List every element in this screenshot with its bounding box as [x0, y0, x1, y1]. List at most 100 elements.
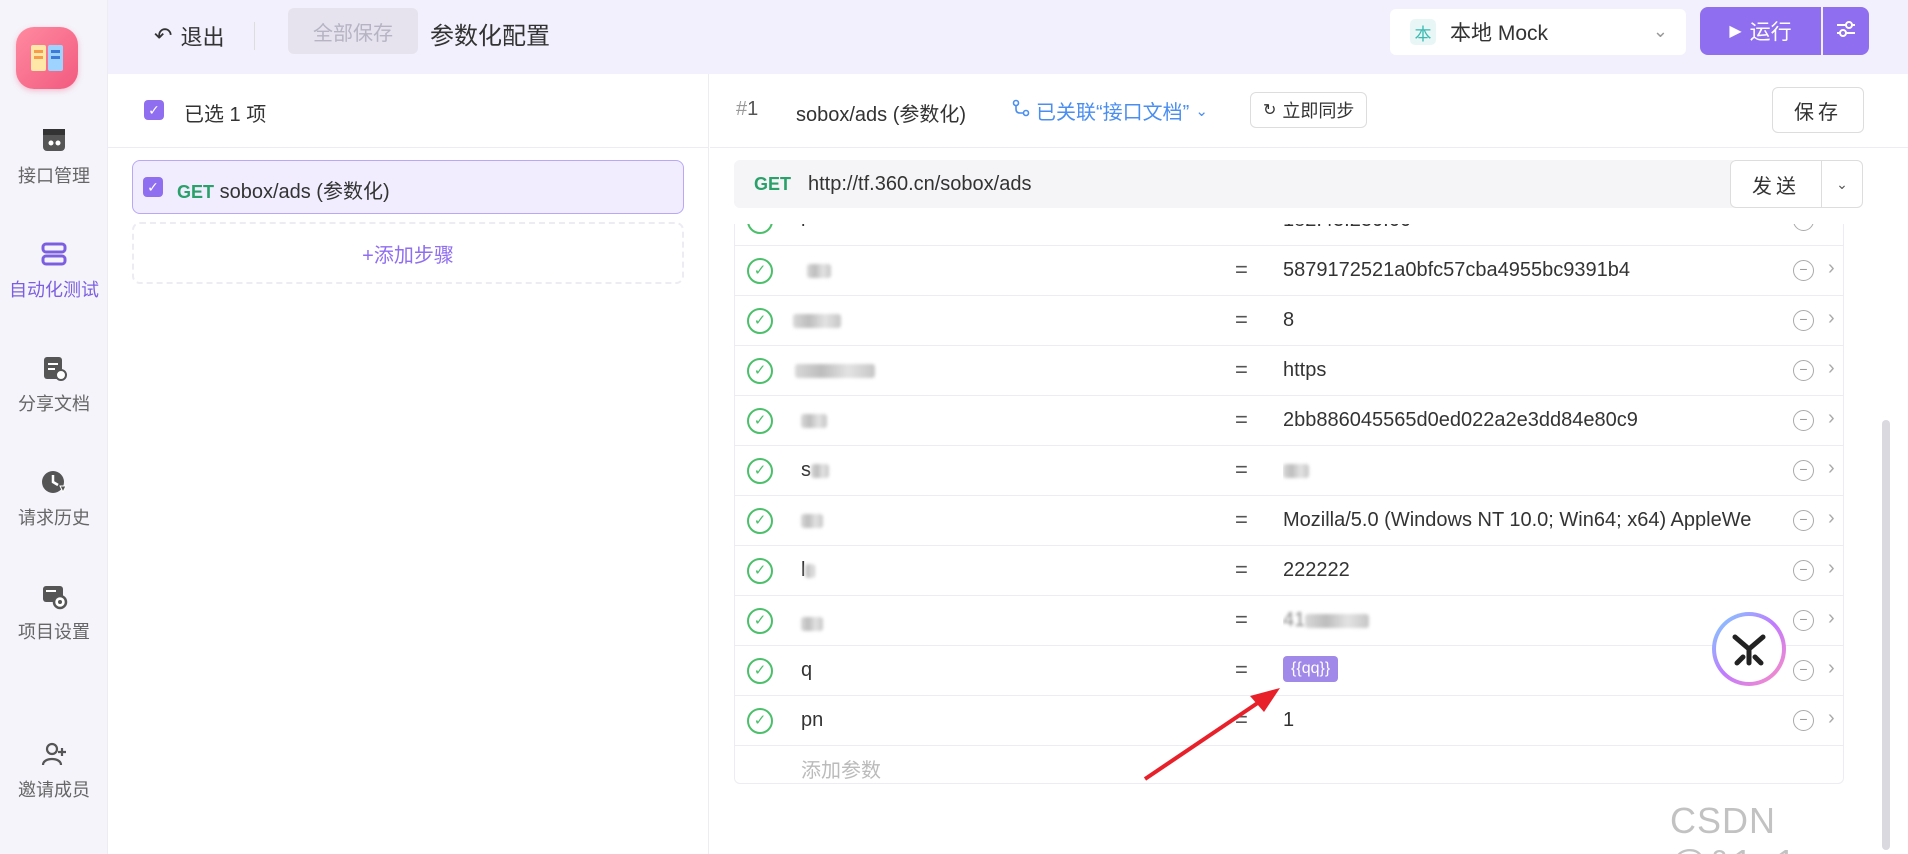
save-button[interactable]: 保存 — [1772, 87, 1864, 133]
remove-param-icon[interactable]: − — [1793, 660, 1814, 681]
table-row: ✓ i = 182.43.230.66 − › — [735, 224, 1843, 246]
chevron-right-icon[interactable]: › — [1828, 657, 1835, 680]
param-key[interactable] — [795, 359, 875, 382]
param-value[interactable]: Mozilla/5.0 (Windows NT 10.0; Win64; x64… — [1283, 509, 1763, 532]
remove-param-icon[interactable]: − — [1793, 560, 1814, 581]
hash-icon: # — [736, 98, 748, 120]
param-key[interactable]: s — [801, 459, 829, 482]
param-key[interactable] — [801, 509, 823, 532]
run-button[interactable]: ▶ 运行 — [1700, 7, 1821, 55]
remove-param-icon[interactable]: − — [1793, 710, 1814, 731]
blurred-key — [811, 463, 829, 478]
enabled-check-icon[interactable]: ✓ — [747, 258, 773, 284]
undo-arrow-icon: ↶ — [154, 23, 173, 48]
rail-item-project-settings[interactable]: 项目设置 — [0, 582, 108, 662]
step-checkbox[interactable]: ✓ — [143, 177, 163, 197]
chevron-right-icon[interactable]: › — [1828, 557, 1835, 580]
selected-count: 已选 1 项 — [184, 104, 267, 126]
url-bar[interactable]: GET http://tf.360.cn/sobox/ads — [734, 160, 1737, 208]
remove-param-icon[interactable]: − — [1793, 460, 1814, 481]
enabled-check-icon[interactable]: ✓ — [747, 508, 773, 534]
param-value[interactable] — [1283, 459, 1763, 482]
chevron-right-icon[interactable]: › — [1828, 357, 1835, 380]
table-row: ✓ = 5879172521a0bfc57cba4955bc9391b4 − › — [735, 246, 1843, 296]
step-item[interactable]: ✓ GET sobox/ads (参数化) — [132, 160, 684, 214]
param-value[interactable]: 182.43.230.66 — [1283, 224, 1763, 232]
param-key[interactable] — [793, 309, 841, 332]
scrollbar[interactable] — [1882, 420, 1890, 850]
remove-param-icon[interactable]: − — [1793, 360, 1814, 381]
chevron-right-icon[interactable]: › — [1828, 307, 1835, 330]
request-method[interactable]: GET — [754, 174, 808, 195]
send-button[interactable]: 发送 — [1730, 160, 1822, 208]
environment-select[interactable]: 本 本地 Mock ⌄ — [1390, 9, 1686, 55]
rail-item-api-manage[interactable]: 接口管理 — [0, 126, 108, 206]
param-key[interactable] — [801, 259, 831, 282]
param-key[interactable]: pn — [801, 709, 823, 732]
chevron-right-icon[interactable]: › — [1828, 257, 1835, 280]
variable-chip[interactable]: {{qq}} — [1283, 656, 1339, 682]
add-param-input[interactable]: 添加参数 — [801, 754, 881, 783]
param-value[interactable]: 1 — [1283, 709, 1763, 732]
param-value[interactable]: 222222 — [1283, 559, 1763, 582]
assistant-float-button[interactable] — [1712, 612, 1786, 686]
left-nav-rail: 接口管理 自动化测试 分享文档 请求历史 项目设置 邀请成员 — [0, 0, 108, 854]
run-settings-button[interactable] — [1823, 7, 1869, 55]
param-value[interactable]: 5879172521a0bfc57cba4955bc9391b4 — [1283, 259, 1763, 282]
chevron-right-icon[interactable]: › — [1828, 457, 1835, 480]
chevron-right-icon[interactable]: › — [1828, 607, 1835, 630]
step-index: #1 — [736, 98, 758, 121]
param-value[interactable]: 41 — [1283, 609, 1763, 632]
enabled-check-icon[interactable]: ✓ — [747, 308, 773, 334]
sliders-icon — [1835, 20, 1857, 43]
chevron-right-icon[interactable]: › — [1828, 407, 1835, 430]
enabled-check-icon[interactable]: ✓ — [747, 608, 773, 634]
param-value[interactable]: https — [1283, 359, 1763, 382]
remove-param-icon[interactable]: − — [1793, 260, 1814, 281]
step-index-number: 1 — [747, 98, 759, 120]
enabled-check-icon[interactable]: ✓ — [747, 224, 773, 234]
enabled-check-icon[interactable]: ✓ — [747, 708, 773, 734]
select-all-checkbox[interactable]: ✓ — [144, 100, 164, 120]
param-key[interactable] — [801, 609, 823, 632]
remove-param-icon[interactable]: − — [1793, 224, 1814, 231]
save-all-button[interactable]: 全部保存 — [288, 8, 418, 54]
blurred-key — [795, 363, 875, 378]
rail-item-automation[interactable]: 自动化测试 — [0, 240, 108, 320]
param-key[interactable]: l — [801, 559, 816, 582]
enabled-check-icon[interactable]: ✓ — [747, 558, 773, 584]
equals-sign: = — [1235, 307, 1248, 332]
param-value[interactable]: 2bb886045565d0ed022a2e3dd84e80c9 — [1283, 409, 1763, 432]
param-key-text: s — [801, 459, 811, 481]
exit-button[interactable]: ↶ 退出 — [154, 18, 224, 54]
enabled-check-icon[interactable]: ✓ — [747, 358, 773, 384]
rail-item-invite-member[interactable]: 邀请成员 — [0, 740, 108, 820]
blurred-value — [1305, 613, 1370, 628]
param-key[interactable]: q — [801, 659, 812, 682]
rail-item-history[interactable]: 请求历史 — [0, 468, 108, 548]
equals-sign: = — [1235, 607, 1248, 632]
param-value[interactable]: {{qq}} — [1283, 656, 1763, 682]
param-value[interactable]: 8 — [1283, 309, 1763, 332]
app-logo[interactable] — [16, 27, 78, 89]
remove-param-icon[interactable]: − — [1793, 510, 1814, 531]
step-method: GET — [177, 182, 215, 202]
remove-param-icon[interactable]: − — [1793, 310, 1814, 331]
sync-button[interactable]: ↻ 立即同步 — [1250, 92, 1368, 128]
chevron-right-icon[interactable]: › — [1828, 707, 1835, 730]
enabled-check-icon[interactable]: ✓ — [747, 658, 773, 684]
table-row: ✓ = Mozilla/5.0 (Windows NT 10.0; Win64;… — [735, 496, 1843, 546]
enabled-check-icon[interactable]: ✓ — [747, 458, 773, 484]
chevron-right-icon[interactable]: › — [1828, 507, 1835, 530]
remove-param-icon[interactable]: − — [1793, 410, 1814, 431]
url-input[interactable]: http://tf.360.cn/sobox/ads — [808, 173, 1031, 196]
param-key[interactable] — [801, 409, 827, 432]
rail-item-share-doc[interactable]: 分享文档 — [0, 354, 108, 434]
param-key[interactable]: i — [801, 224, 805, 232]
add-step-button[interactable]: +添加步骤 — [132, 222, 684, 284]
linked-doc-dropdown[interactable]: 已关联“接口文档” ⌄ — [1012, 96, 1208, 125]
send-options-button[interactable]: ⌄ — [1821, 160, 1863, 208]
chevron-right-icon[interactable]: › — [1828, 224, 1835, 230]
remove-param-icon[interactable]: − — [1793, 610, 1814, 631]
enabled-check-icon[interactable]: ✓ — [747, 408, 773, 434]
